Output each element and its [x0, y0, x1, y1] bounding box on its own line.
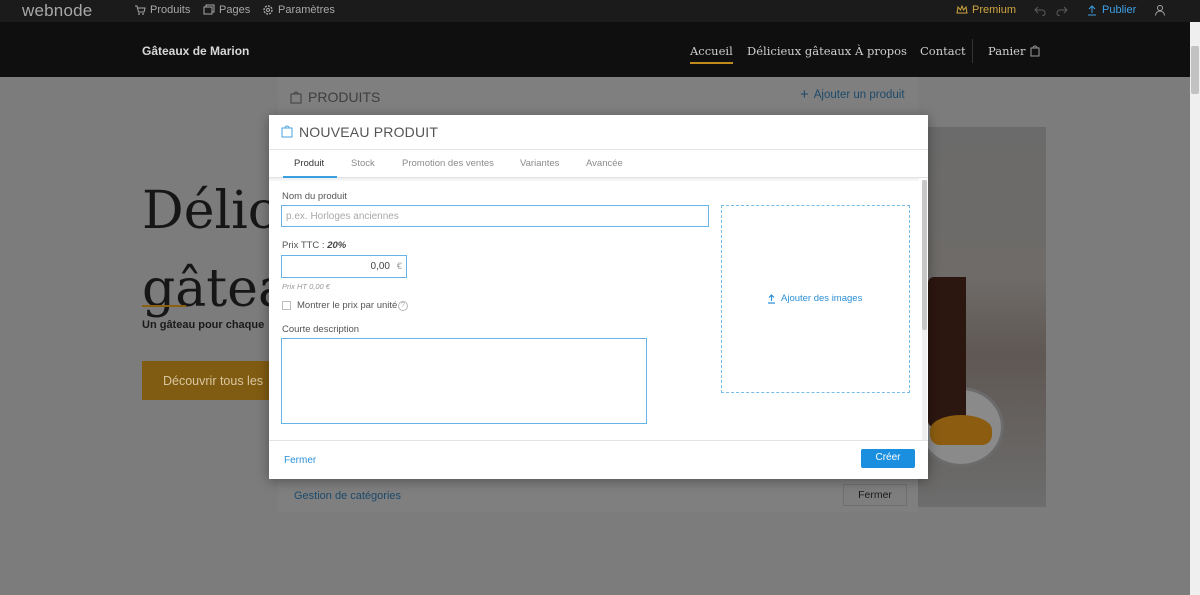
hero-divider: [142, 305, 186, 307]
manage-categories-link[interactable]: Gestion de catégories: [294, 490, 401, 502]
nav-accueil[interactable]: Accueil: [690, 44, 733, 64]
dialog-tabs: Produit Stock Promotion des ventes Varia…: [269, 150, 928, 178]
dialog-title: NOUVEAU PRODUIT: [299, 124, 439, 140]
tab-stock[interactable]: Stock: [351, 158, 375, 169]
nav-delicieux-gateaux[interactable]: Délicieux gâteaux: [747, 44, 851, 58]
settings-menu-label: Paramètres: [278, 4, 335, 16]
tab-promotion[interactable]: Promotion des ventes: [402, 158, 494, 169]
price-label: Prix TTC : 20%: [282, 240, 346, 251]
dialog-footer: Fermer Créer: [269, 440, 928, 479]
hero-cta-button[interactable]: Découvrir tous les: [142, 361, 282, 400]
price-value: 0,00: [370, 261, 390, 272]
cart-icon: [135, 5, 146, 15]
site-header: Gâteaux de Marion Accueil Délicieux gâte…: [0, 22, 1190, 77]
nav-panier[interactable]: Panier: [988, 44, 1040, 58]
user-icon: [1155, 5, 1165, 16]
add-images-button[interactable]: Ajouter des images: [767, 293, 862, 304]
undo-button[interactable]: [1034, 4, 1046, 16]
shopping-bag-icon: [290, 91, 302, 104]
editor-toolbar: webnode Produits Pages Paramètres Premiu…: [0, 0, 1200, 22]
short-description-textarea[interactable]: [281, 338, 647, 424]
product-name-input[interactable]: [281, 205, 709, 227]
redo-button[interactable]: [1056, 4, 1068, 16]
new-product-dialog: NOUVEAU PRODUIT Produit Stock Promotion …: [269, 115, 928, 479]
account-button[interactable]: [1154, 4, 1166, 16]
site-title[interactable]: Gâteaux de Marion: [142, 44, 249, 58]
unit-price-checkbox[interactable]: [282, 301, 291, 310]
webnode-logo[interactable]: webnode: [22, 1, 92, 21]
dialog-scrollbar-thumb[interactable]: [922, 180, 927, 330]
page-scrollbar[interactable]: [1190, 22, 1200, 595]
products-panel-close-button[interactable]: Fermer: [843, 484, 907, 506]
tab-produit[interactable]: Produit: [294, 158, 324, 169]
hero-subtitle: Un gâteau pour chaque: [142, 319, 265, 331]
crown-icon: [956, 4, 968, 14]
dialog-scrollbar[interactable]: [922, 180, 927, 440]
page-scrollbar-thumb[interactable]: [1191, 46, 1199, 94]
unit-price-label[interactable]: Montrer le prix par unité: [297, 300, 397, 311]
cart-label: Panier: [988, 44, 1026, 58]
publish-label: Publier: [1102, 4, 1137, 16]
products-panel-title-text: PRODUITS: [308, 89, 381, 105]
plus-icon: +: [800, 86, 809, 103]
add-product-label: Ajouter un produit: [813, 89, 905, 101]
price-label-text: Prix TTC :: [282, 240, 325, 251]
tab-variantes[interactable]: Variantes: [520, 158, 559, 169]
help-icon[interactable]: ?: [398, 301, 408, 311]
tax-rate: 20%: [327, 240, 347, 251]
nav-contact[interactable]: Contact: [920, 44, 966, 58]
add-images-label: Ajouter des images: [781, 293, 863, 304]
products-panel-title: PRODUITS: [290, 89, 380, 105]
short-description-label: Courte description: [282, 324, 360, 335]
shopping-bag-icon: [281, 125, 293, 138]
undo-icon: [1034, 6, 1046, 16]
price-input[interactable]: 0,00 €: [281, 255, 407, 278]
premium-button[interactable]: Premium: [956, 4, 1016, 16]
price-excl-tax: Prix HT 0,00 €: [282, 282, 330, 291]
tab-avancee[interactable]: Avancée: [586, 158, 623, 169]
products-menu-label: Produits: [150, 4, 191, 16]
upload-icon: [1088, 5, 1096, 16]
gear-icon: [263, 5, 273, 15]
pages-menu-label: Pages: [219, 4, 251, 16]
image-dropzone[interactable]: Ajouter des images: [721, 205, 910, 393]
pages-menu-button[interactable]: Pages: [203, 4, 250, 16]
tab-shadow: [269, 178, 919, 182]
premium-label: Premium: [972, 4, 1017, 16]
pages-icon: [203, 4, 215, 15]
create-button[interactable]: Créer: [861, 449, 915, 468]
upload-icon: [768, 293, 775, 304]
add-product-button[interactable]: + Ajouter un produit: [800, 86, 905, 103]
publish-button[interactable]: Publier: [1086, 4, 1136, 16]
redo-icon: [1056, 6, 1068, 16]
nav-divider: [972, 39, 973, 63]
dialog-header: NOUVEAU PRODUIT: [269, 115, 928, 150]
cake-slice-shape: [928, 277, 966, 427]
product-name-label: Nom du produit: [282, 191, 347, 202]
currency-symbol: €: [396, 261, 402, 272]
close-dialog-link[interactable]: Fermer: [284, 455, 316, 466]
products-menu-button[interactable]: Produits: [134, 4, 190, 16]
settings-menu-button[interactable]: Paramètres: [262, 4, 335, 16]
nav-a-propos[interactable]: À propos: [855, 44, 907, 58]
orange-slice-shape: [930, 415, 992, 445]
shopping-bag-icon: [1030, 45, 1040, 57]
